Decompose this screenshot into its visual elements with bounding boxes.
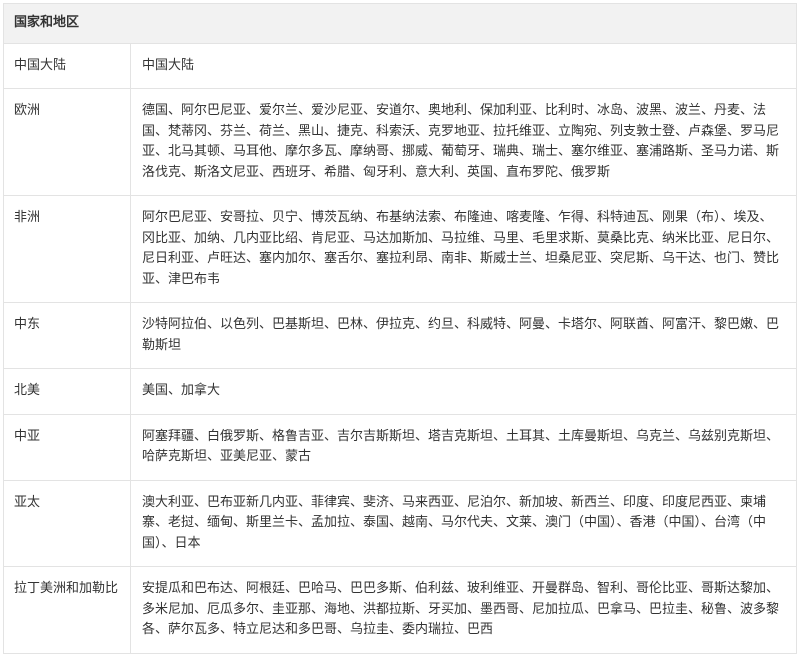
countries-cell: 沙特阿拉伯、以色列、巴基斯坦、巴林、伊拉克、约旦、科威特、阿曼、卡塔尔、阿联酋、… [129,302,798,369]
countries-cell: 德国、阿尔巴尼亚、爱尔兰、爱沙尼亚、安道尔、奥地利、保加利亚、比利时、冰岛、波黑… [129,88,798,196]
region-cell: 中国大陆 [3,42,131,89]
regions-table-container: 国家和地区 中国大陆 中国大陆 欧洲 德国、阿尔巴尼亚、爱尔兰、爱沙尼亚、安道尔… [2,3,798,654]
table-row: 中东 沙特阿拉伯、以色列、巴基斯坦、巴林、伊拉克、约旦、科威特、阿曼、卡塔尔、阿… [3,302,798,369]
table-row: 亚太 澳大利亚、巴布亚新几内亚、菲律宾、斐济、马来西亚、尼泊尔、新加坡、新西兰、… [3,479,798,567]
table-row: 中亚 阿塞拜疆、白俄罗斯、格鲁吉亚、吉尔吉斯斯坦、塔吉克斯坦、土耳其、土库曼斯坦… [3,413,798,481]
region-cell: 欧洲 [3,88,131,196]
countries-cell: 阿尔巴尼亚、安哥拉、贝宁、博茨瓦纳、布基纳法索、布隆迪、喀麦隆、乍得、科特迪瓦、… [129,195,798,303]
region-cell: 中亚 [3,413,131,481]
region-cell: 拉丁美洲和加勒比 [3,566,131,654]
regions-table: 国家和地区 中国大陆 中国大陆 欧洲 德国、阿尔巴尼亚、爱尔兰、爱沙尼亚、安道尔… [2,3,798,654]
table-row: 北美 美国、加拿大 [3,368,798,415]
table-row: 拉丁美洲和加勒比 安提瓜和巴布达、阿根廷、巴哈马、巴巴多斯、伯利兹、玻利维亚、开… [3,566,798,654]
region-cell: 中东 [3,302,131,369]
region-cell: 北美 [3,368,131,415]
countries-cell: 澳大利亚、巴布亚新几内亚、菲律宾、斐济、马来西亚、尼泊尔、新加坡、新西兰、印度、… [129,479,798,567]
countries-cell: 安提瓜和巴布达、阿根廷、巴哈马、巴巴多斯、伯利兹、玻利维亚、开曼群岛、智利、哥伦… [129,566,798,654]
table-header: 国家和地区 [2,3,798,44]
table-header-row: 国家和地区 [2,3,798,44]
countries-cell: 美国、加拿大 [129,368,798,415]
countries-cell: 阿塞拜疆、白俄罗斯、格鲁吉亚、吉尔吉斯斯坦、塔吉克斯坦、土耳其、土库曼斯坦、乌克… [129,413,798,481]
table-row: 中国大陆 中国大陆 [3,42,798,89]
region-cell: 亚太 [3,479,131,567]
region-cell: 非洲 [3,195,131,303]
table-row: 欧洲 德国、阿尔巴尼亚、爱尔兰、爱沙尼亚、安道尔、奥地利、保加利亚、比利时、冰岛… [3,88,798,196]
table-row: 非洲 阿尔巴尼亚、安哥拉、贝宁、博茨瓦纳、布基纳法索、布隆迪、喀麦隆、乍得、科特… [3,195,798,303]
countries-cell: 中国大陆 [129,42,798,89]
